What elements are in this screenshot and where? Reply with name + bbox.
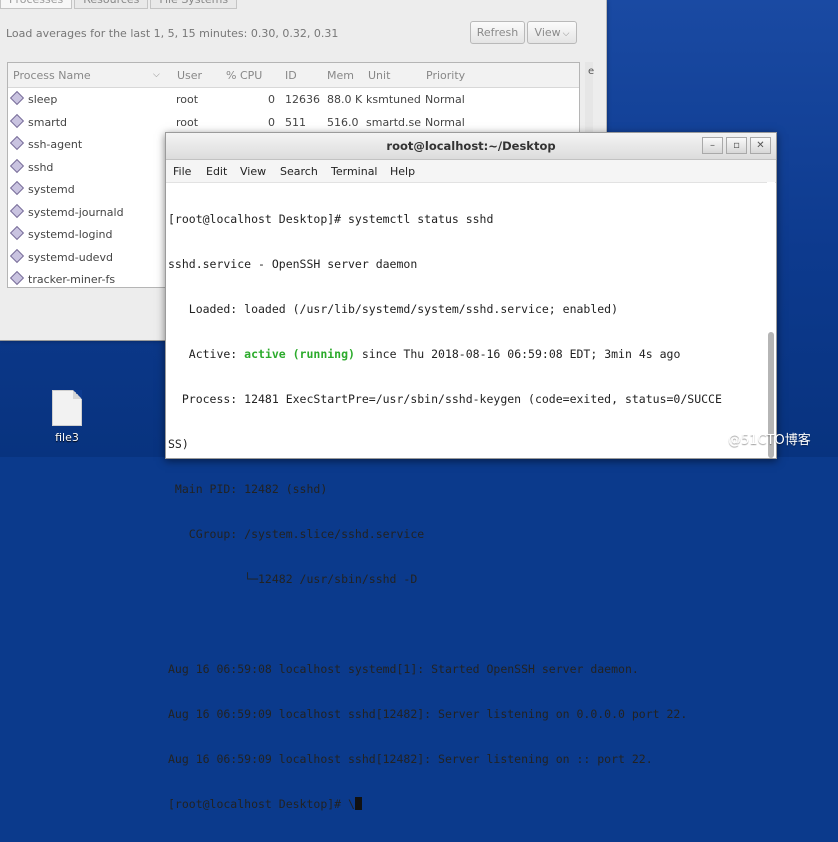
col-unit[interactable]: Unit <box>368 69 390 82</box>
process-icon <box>9 248 25 263</box>
menu-help[interactable]: Help <box>390 165 415 178</box>
col-id[interactable]: ID <box>285 69 297 82</box>
process-name-cell: ssh-agent <box>28 138 83 151</box>
menu-view[interactable]: View <box>240 165 266 178</box>
text-cursor <box>354 797 362 810</box>
tab-file-systems[interactable]: File Systems <box>150 0 238 9</box>
sort-chevron-icon[interactable]: ⌵ <box>153 70 160 80</box>
cpu-cell: 0 <box>268 115 275 129</box>
chevron-down-icon: ⌵ <box>562 29 570 39</box>
terminal-line: Process: 12481 ExecStartPre=/usr/sbin/ss… <box>168 392 722 406</box>
terminal-title: root@localhost:~/Desktop <box>386 139 556 153</box>
user-cell: root <box>176 93 199 106</box>
active-suffix: since Thu 2018-08-16 06:59:08 EDT; 3min … <box>354 347 681 361</box>
process-name-cell: sleep <box>28 93 58 106</box>
col-priority[interactable]: Priority <box>426 69 465 82</box>
cpu-cell: 0 <box>268 93 275 106</box>
terminal-line: sshd.service - OpenSSH server daemon <box>168 257 418 271</box>
maximize-icon: ▫ <box>733 140 740 151</box>
process-icon <box>9 225 25 241</box>
terminal-line: SS) <box>168 437 189 451</box>
tab-resources[interactable]: Resources <box>74 0 149 9</box>
terminal-active-line: Active: active (running) since Thu 2018-… <box>168 347 764 362</box>
col-cpu[interactable]: % CPU <box>226 69 262 82</box>
process-icon <box>9 158 25 173</box>
id-cell: 511 <box>285 115 306 129</box>
priority-cell: Normal <box>425 115 465 129</box>
unit-cell: smartd.se <box>366 115 421 129</box>
process-icon <box>9 180 25 196</box>
process-name-cell: systemd <box>28 183 75 196</box>
process-icon <box>9 203 25 218</box>
table-row[interactable]: smartd root 0 511 516.0 smartd.se Normal <box>8 111 579 134</box>
file-icon[interactable] <box>52 390 82 426</box>
close-button[interactable]: ✕ <box>750 137 771 154</box>
process-icon <box>9 135 25 151</box>
maximize-button[interactable]: ▫ <box>726 137 747 154</box>
terminal-line: Main PID: 12482 (sshd) <box>168 482 328 496</box>
col-user[interactable]: User <box>177 69 202 82</box>
terminal-menubar: File Edit View Search Terminal Help <box>166 160 776 183</box>
active-prefix: Active: <box>168 347 245 361</box>
process-table-header: Process Name ⌵ User % CPU ID Mem Unit Pr… <box>8 63 579 88</box>
process-name-cell: systemd-journald <box>28 205 124 219</box>
menu-file[interactable]: File <box>173 165 191 178</box>
terminal-line: [root@localhost Desktop]# systemctl stat… <box>168 212 494 226</box>
table-row[interactable]: sleep root 0 12636 88.0 Kksmtuned Normal <box>8 88 579 111</box>
process-name-cell: sshd <box>28 160 54 174</box>
watermark-text: @51CTO博客 <box>728 433 811 448</box>
terminal-scrollbar[interactable] <box>767 182 775 458</box>
terminal-titlebar[interactable]: root@localhost:~/Desktop – ▫ ✕ <box>166 133 776 160</box>
user-cell: root <box>176 115 199 129</box>
menu-edit[interactable]: Edit <box>206 165 227 178</box>
mem-cell: 88.0 K <box>327 93 363 106</box>
col-process-name[interactable]: Process Name <box>13 69 91 82</box>
col-mem[interactable]: Mem <box>327 69 354 82</box>
minimize-icon: – <box>710 140 715 151</box>
load-averages-text: Load averages for the last 1, 5, 15 minu… <box>6 27 339 40</box>
terminal-prompt-line: [root@localhost Desktop]# \ <box>168 797 764 812</box>
process-icon <box>9 90 25 106</box>
terminal-line: Aug 16 06:59:09 localhost sshd[12482]: S… <box>168 707 688 721</box>
close-icon: ✕ <box>756 140 765 151</box>
process-name-cell: tracker-miner-fs <box>28 273 116 286</box>
terminal-line: CGroup: /system.slice/sshd.service <box>168 527 425 541</box>
terminal-window: root@localhost:~/Desktop – ▫ ✕ File Edit… <box>165 132 777 811</box>
terminal-prompt: [root@localhost Desktop]# \ <box>168 797 355 811</box>
refresh-button[interactable]: Refresh <box>470 21 525 44</box>
view-button-label: View <box>534 26 561 39</box>
terminal-line: └─12482 /usr/sbin/sshd -D <box>168 572 418 586</box>
id-cell: 12636 <box>285 93 320 106</box>
menu-terminal[interactable]: Terminal <box>331 165 378 178</box>
terminal-output[interactable]: [root@localhost Desktop]# systemctl stat… <box>168 182 764 811</box>
process-name-cell: systemd-udevd <box>28 250 113 264</box>
terminal-line: Aug 16 06:59:09 localhost sshd[12482]: S… <box>168 752 653 766</box>
process-name-cell: smartd <box>28 115 68 129</box>
mem-cell: 516.0 <box>327 115 359 129</box>
process-icon <box>9 113 25 128</box>
active-status: active (running) <box>244 347 355 361</box>
terminal-line: Loaded: loaded (/usr/lib/systemd/system/… <box>168 302 619 316</box>
tab-bar: Processes Resources File Systems <box>0 0 239 10</box>
view-menu-button[interactable]: View ⌵ <box>527 21 577 44</box>
unit-cell: ksmtuned <box>366 93 421 106</box>
clipped-text-glyph: e <box>588 66 595 77</box>
desktop-file-label[interactable]: file3 <box>47 431 87 444</box>
process-name-cell: systemd-logind <box>28 228 113 241</box>
menu-search[interactable]: Search <box>280 165 318 178</box>
process-icon <box>9 270 25 286</box>
terminal-line: Aug 16 06:59:08 localhost systemd[1]: St… <box>168 662 639 676</box>
minimize-button[interactable]: – <box>702 137 723 154</box>
tab-processes[interactable]: Processes <box>0 0 73 9</box>
priority-cell: Normal <box>425 93 465 106</box>
